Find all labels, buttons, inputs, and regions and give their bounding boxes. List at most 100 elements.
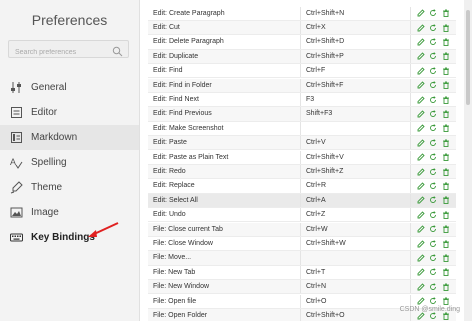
delete-icon[interactable] bbox=[442, 225, 450, 234]
reset-icon[interactable] bbox=[429, 167, 437, 176]
sidebar-item-general[interactable]: General bbox=[0, 75, 139, 100]
edit-icon[interactable] bbox=[417, 283, 425, 291]
reset-icon[interactable] bbox=[429, 38, 437, 46]
delete-icon[interactable] bbox=[442, 38, 450, 46]
delete-icon[interactable] bbox=[442, 110, 450, 118]
reset-icon[interactable] bbox=[429, 153, 437, 161]
table-row[interactable]: Edit: Undo Ctrl+Z bbox=[148, 208, 456, 223]
edit-icon[interactable] bbox=[417, 124, 425, 132]
delete-icon[interactable] bbox=[442, 124, 450, 133]
delete-icon[interactable] bbox=[442, 81, 450, 90]
edit-icon[interactable] bbox=[417, 268, 425, 276]
delete-icon[interactable] bbox=[442, 268, 450, 277]
delete-icon[interactable] bbox=[442, 9, 450, 18]
reset-icon[interactable] bbox=[429, 81, 437, 89]
reset-icon[interactable] bbox=[429, 67, 437, 75]
edit-icon[interactable] bbox=[417, 52, 425, 60]
delete-icon[interactable] bbox=[442, 254, 450, 262]
keybinding-cell: Ctrl+Shift+F bbox=[301, 78, 411, 92]
delete-icon[interactable] bbox=[442, 67, 450, 75]
edit-icon[interactable] bbox=[417, 225, 425, 233]
edit-icon[interactable] bbox=[417, 9, 425, 17]
edit-icon[interactable] bbox=[417, 196, 425, 204]
edit-icon[interactable] bbox=[417, 239, 425, 248]
reset-icon[interactable] bbox=[429, 225, 437, 233]
reset-icon[interactable] bbox=[429, 268, 437, 276]
delete-icon[interactable] bbox=[442, 211, 450, 219]
edit-icon[interactable] bbox=[417, 297, 425, 305]
table-row[interactable]: File: New Window Ctrl+N bbox=[148, 280, 456, 295]
edit-icon[interactable] bbox=[417, 81, 425, 89]
table-row[interactable]: Edit: Duplicate Ctrl+Shift+P bbox=[148, 49, 456, 65]
table-row[interactable]: Edit: Find Next F3 bbox=[148, 92, 456, 108]
edit-icon[interactable] bbox=[417, 254, 425, 262]
table-row[interactable]: Edit: Paste as Plain Text Ctrl+Shift+V bbox=[148, 150, 456, 165]
reset-icon[interactable] bbox=[429, 23, 437, 32]
edit-icon[interactable] bbox=[417, 139, 425, 147]
delete-icon[interactable] bbox=[442, 168, 450, 176]
reset-icon[interactable] bbox=[429, 182, 437, 190]
edit-icon[interactable] bbox=[417, 182, 425, 190]
reset-icon[interactable] bbox=[429, 283, 437, 291]
delete-icon[interactable] bbox=[442, 153, 450, 162]
reset-icon[interactable] bbox=[429, 196, 437, 204]
scrollbar[interactable] bbox=[464, 0, 472, 321]
table-row[interactable]: Edit: Find Previous Shift+F3 bbox=[148, 107, 456, 122]
table-row[interactable]: Edit: Make Screenshot bbox=[148, 121, 456, 137]
delete-icon[interactable] bbox=[442, 96, 450, 104]
table-row[interactable]: Edit: Paste Ctrl+V bbox=[148, 136, 456, 151]
search-icon[interactable] bbox=[112, 44, 123, 57]
reset-icon[interactable] bbox=[429, 139, 437, 147]
table-row[interactable]: Edit: Find Ctrl+F bbox=[148, 64, 456, 79]
delete-icon[interactable] bbox=[442, 24, 450, 32]
row-actions bbox=[411, 23, 456, 32]
table-row[interactable]: File: Close Window Ctrl+Shift+W bbox=[148, 236, 456, 252]
reset-icon[interactable] bbox=[429, 9, 437, 17]
edit-icon[interactable] bbox=[417, 38, 425, 46]
table-row[interactable]: Edit: Redo Ctrl+Shift+Z bbox=[148, 164, 456, 180]
reset-icon[interactable] bbox=[429, 52, 437, 60]
sidebar-item-markdown[interactable]: Markdown bbox=[0, 125, 139, 150]
table-row[interactable]: Edit: Cut Ctrl+X bbox=[148, 20, 456, 36]
table-row[interactable]: Edit: Delete Paragraph Ctrl+Shift+D bbox=[148, 35, 456, 50]
table-row[interactable]: File: Close current Tab Ctrl+W bbox=[148, 222, 456, 237]
command-cell: Edit: Select All bbox=[148, 193, 301, 208]
table-row[interactable]: File: New Tab Ctrl+T bbox=[148, 265, 456, 281]
reset-icon[interactable] bbox=[429, 124, 437, 132]
edit-icon[interactable] bbox=[417, 167, 425, 176]
table-row[interactable]: Edit: Find in Folder Ctrl+Shift+F bbox=[148, 78, 456, 93]
edit-icon[interactable] bbox=[417, 95, 425, 104]
search-input[interactable] bbox=[9, 44, 111, 61]
delete-icon[interactable] bbox=[442, 297, 450, 306]
reset-icon[interactable] bbox=[429, 239, 437, 248]
row-actions bbox=[411, 167, 456, 176]
reset-icon[interactable] bbox=[429, 211, 437, 219]
reset-icon[interactable] bbox=[429, 297, 437, 305]
table-row[interactable]: File: Move... bbox=[148, 251, 456, 266]
search-box[interactable] bbox=[8, 40, 129, 61]
delete-icon[interactable] bbox=[442, 240, 450, 248]
reset-icon[interactable] bbox=[429, 254, 437, 262]
edit-icon[interactable] bbox=[417, 211, 425, 219]
delete-icon[interactable] bbox=[442, 52, 450, 61]
row-actions bbox=[411, 283, 456, 291]
scrollbar-thumb[interactable] bbox=[466, 10, 470, 105]
delete-icon[interactable] bbox=[442, 196, 450, 205]
edit-icon[interactable] bbox=[417, 110, 425, 118]
table-row[interactable]: Edit: Replace Ctrl+R bbox=[148, 179, 456, 194]
sidebar-item-editor[interactable]: Editor bbox=[0, 100, 139, 125]
sidebar-item-theme[interactable]: Theme bbox=[0, 175, 139, 200]
sidebar-item-spelling[interactable]: A Spelling bbox=[0, 150, 139, 175]
edit-icon[interactable] bbox=[417, 23, 425, 32]
reset-icon[interactable] bbox=[429, 95, 437, 104]
row-actions bbox=[411, 95, 456, 104]
row-actions bbox=[411, 268, 456, 277]
edit-icon[interactable] bbox=[417, 67, 425, 75]
reset-icon[interactable] bbox=[429, 110, 437, 118]
table-row[interactable]: Edit: Select All Ctrl+A bbox=[148, 193, 456, 209]
delete-icon[interactable] bbox=[442, 283, 450, 291]
delete-icon[interactable] bbox=[442, 182, 450, 190]
edit-icon[interactable] bbox=[417, 153, 425, 161]
delete-icon[interactable] bbox=[442, 139, 450, 147]
table-row[interactable]: Edit: Create Paragraph Ctrl+Shift+N bbox=[148, 6, 456, 21]
